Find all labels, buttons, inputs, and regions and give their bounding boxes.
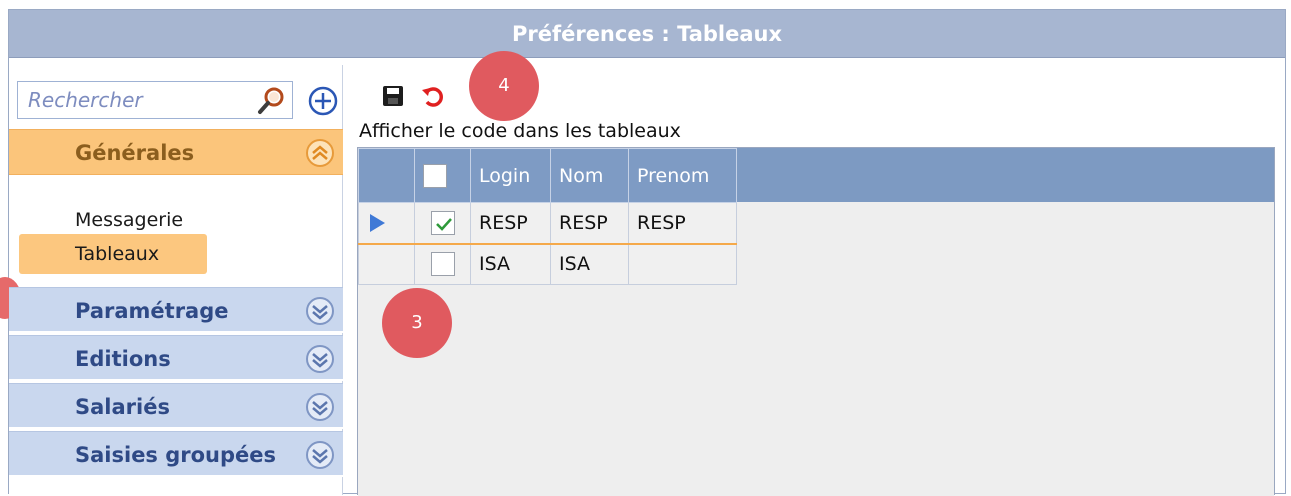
annotation-badge-4: 4 <box>469 51 539 121</box>
cell-prenom[interactable]: RESP <box>628 202 737 245</box>
row-indicator-header <box>358 148 415 203</box>
chevron-up-icon[interactable] <box>305 138 335 168</box>
section-label: Paramétrage <box>75 299 229 323</box>
row-checkbox[interactable] <box>430 210 455 235</box>
table-row[interactable]: ISA ISA <box>358 243 737 285</box>
section-generales[interactable]: Générales <box>9 129 343 175</box>
row-indicator <box>358 202 415 245</box>
checkmark-icon <box>435 217 452 231</box>
select-all-header[interactable] <box>414 148 471 203</box>
cell-nom[interactable]: ISA <box>550 243 629 285</box>
chevron-down-icon[interactable] <box>305 296 335 326</box>
section-parametrage[interactable]: Paramétrage <box>9 287 343 333</box>
row-indicator <box>358 243 415 285</box>
current-row-arrow-icon <box>370 214 385 232</box>
sidebar: Générales Messagerie Tableaux Paramétrag… <box>0 65 343 495</box>
section-title: Afficher le code dans les tableaux <box>359 120 681 142</box>
save-icon[interactable] <box>382 85 404 107</box>
section-saisies-groupees[interactable]: Saisies groupées <box>9 431 343 477</box>
row-checkbox-cell[interactable] <box>414 202 471 245</box>
section-label: Editions <box>75 347 171 371</box>
data-grid: Login Nom Prenom RESP RESP RESP ISA ISA <box>357 147 1275 496</box>
search-input[interactable] <box>28 83 248 117</box>
undo-icon[interactable] <box>421 85 445 109</box>
search-box <box>17 81 293 119</box>
row-checkbox-cell[interactable] <box>414 243 471 285</box>
chevron-down-icon[interactable] <box>305 392 335 422</box>
row-checkbox[interactable] <box>430 252 455 277</box>
section-label: Salariés <box>75 395 170 419</box>
grid-table: Login Nom Prenom RESP RESP RESP ISA ISA <box>358 148 737 285</box>
annotation-badge-3: 3 <box>382 288 452 358</box>
section-salaries[interactable]: Salariés <box>9 383 343 429</box>
column-header-nom[interactable]: Nom <box>550 148 629 203</box>
magnifier-icon[interactable] <box>256 86 286 116</box>
column-header-login[interactable]: Login <box>470 148 551 203</box>
window-title: Préférences : Tableaux <box>9 10 1285 58</box>
add-circle-icon[interactable] <box>307 85 339 117</box>
cell-login[interactable]: ISA <box>470 243 551 285</box>
section-editions[interactable]: Editions <box>9 335 343 381</box>
section-label: Générales <box>75 141 195 165</box>
chevron-down-icon[interactable] <box>305 344 335 374</box>
grid-header-row: Login Nom Prenom <box>358 148 737 203</box>
main-panel: Afficher le code dans les tableaux Login… <box>354 65 1284 496</box>
cell-login[interactable]: RESP <box>470 202 551 245</box>
column-header-prenom[interactable]: Prenom <box>628 148 737 203</box>
search-area <box>17 81 339 121</box>
section-label: Saisies groupées <box>75 443 277 467</box>
select-all-checkbox[interactable] <box>423 163 447 188</box>
cell-prenom[interactable] <box>628 243 737 285</box>
table-row[interactable]: RESP RESP RESP <box>358 202 737 245</box>
chevron-down-icon[interactable] <box>305 440 335 470</box>
menu-item-tableaux[interactable]: Tableaux <box>75 235 159 273</box>
cell-nom[interactable]: RESP <box>550 202 629 245</box>
preferences-window: Préférences : Tableaux Rechercher Généra… <box>0 9 1286 496</box>
